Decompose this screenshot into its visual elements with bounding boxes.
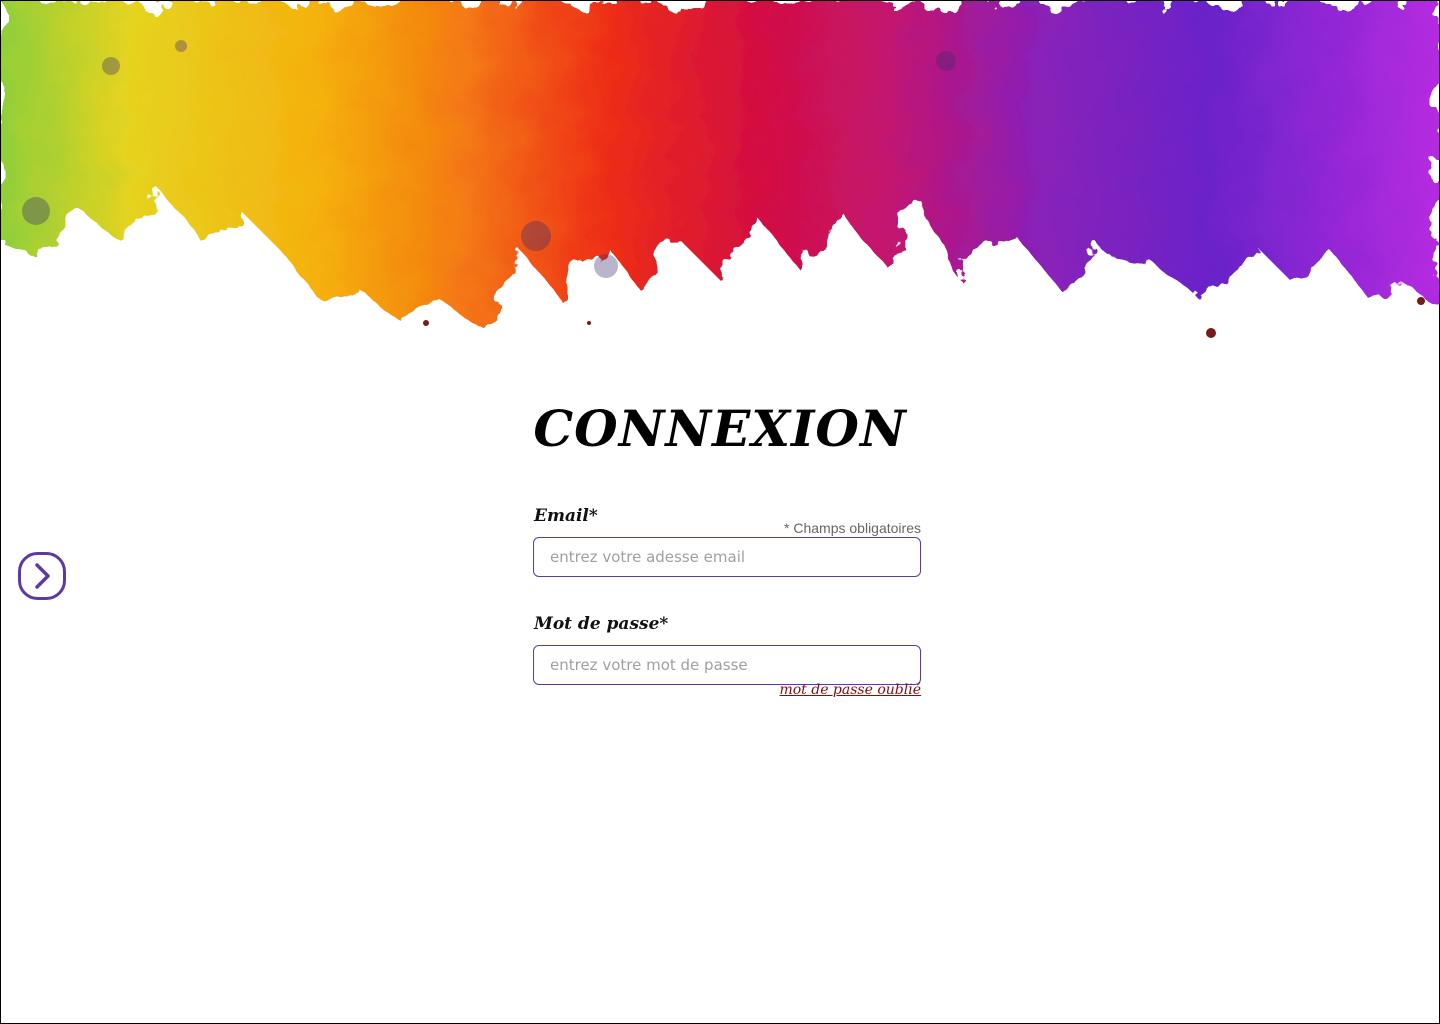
login-page: CONNEXION Email* * Champs obligatoires M… bbox=[0, 0, 1440, 1024]
chevron-right-icon bbox=[18, 552, 66, 600]
email-field[interactable] bbox=[533, 537, 921, 577]
password-field[interactable] bbox=[533, 645, 921, 685]
forgot-password-link[interactable]: mot de passe oublié bbox=[779, 682, 921, 698]
password-label: Mot de passe* bbox=[534, 614, 669, 634]
paint-splash-banner bbox=[1, 1, 1439, 338]
email-label: Email* bbox=[534, 506, 598, 526]
next-button[interactable] bbox=[18, 552, 66, 600]
page-title: CONNEXION bbox=[533, 399, 907, 458]
required-fields-note: * Champs obligatoires bbox=[784, 520, 921, 536]
